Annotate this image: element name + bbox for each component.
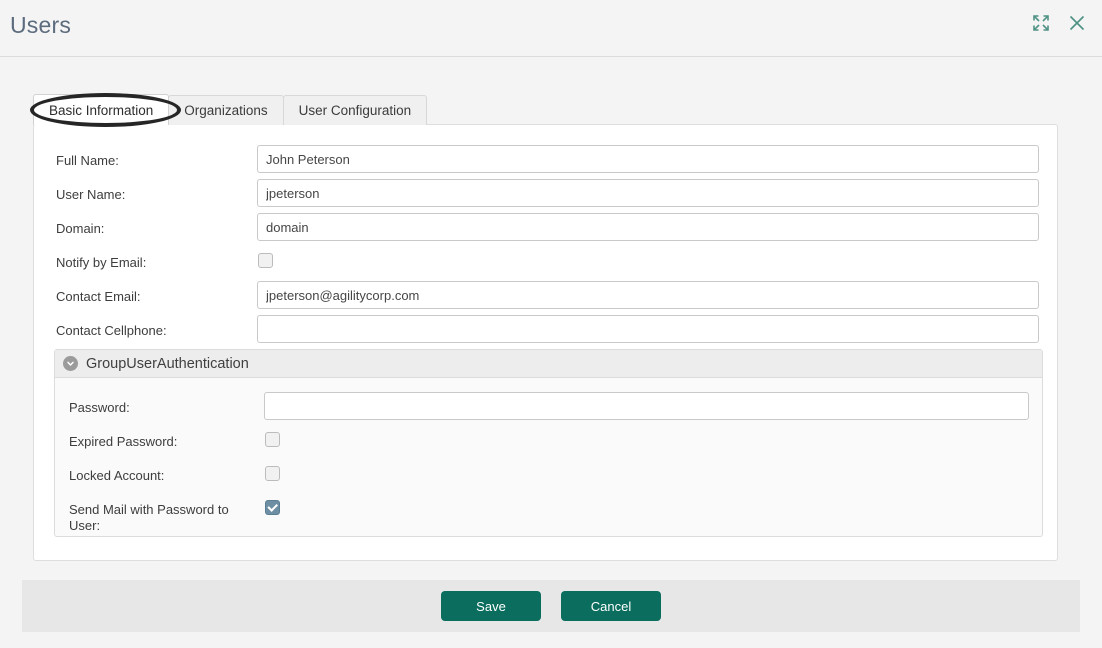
form-footer: Save Cancel [22,580,1080,632]
send-mail-with-password-checkbox[interactable] [265,500,280,515]
password-label: Password: [69,400,130,415]
contact-cellphone-input[interactable] [257,315,1039,343]
locked-account-checkbox[interactable] [265,466,280,481]
tab-user-configuration[interactable]: User Configuration [282,95,428,125]
group-title: GroupUserAuthentication [86,355,249,372]
domain-label: Domain: [56,221,105,236]
page-header: Users [0,0,1102,57]
expand-icon[interactable] [1030,12,1052,34]
tab-label: Basic Information [49,102,154,118]
expired-password-label: Expired Password: [69,434,178,449]
page-title: Users [10,12,72,38]
basic-information-panel: Full Name: User Name: Domain: Notify by … [33,124,1058,561]
user-name-input[interactable] [257,179,1039,207]
chevron-down-icon[interactable] [63,356,78,371]
close-icon[interactable] [1066,12,1088,34]
group-user-authentication-section: GroupUserAuthentication Password: Expire… [54,349,1043,537]
form-row-domain: Domain: [34,213,1057,255]
contact-cellphone-label: Contact Cellphone: [56,323,167,338]
header-actions [1030,12,1088,34]
tab-basic-information[interactable]: Basic Information [33,94,170,125]
cancel-button[interactable]: Cancel [561,591,661,621]
group-user-authentication-header[interactable]: GroupUserAuthentication [55,350,1042,378]
contact-email-input[interactable] [257,281,1039,309]
save-button[interactable]: Save [441,591,541,621]
expired-password-checkbox[interactable] [265,432,280,447]
tab-label: User Configuration [298,103,412,118]
tab-bar: Basic Information Organizations User Con… [33,94,428,125]
tab-organizations[interactable]: Organizations [168,95,284,125]
locked-account-label: Locked Account: [69,468,165,483]
notify-by-email-checkbox[interactable] [258,253,273,268]
domain-input[interactable] [257,213,1039,241]
password-input[interactable] [264,392,1029,420]
group-user-authentication-body: Password: Expired Password: Locked Accou… [55,378,1042,537]
full-name-input[interactable] [257,145,1039,173]
tab-label: Organizations [184,103,268,118]
send-mail-with-password-label: Send Mail with Password to User: [69,502,229,533]
contact-email-label: Contact Email: [56,289,141,304]
user-name-label: User Name: [56,187,126,202]
full-name-label: Full Name: [56,153,119,168]
notify-by-email-label: Notify by Email: [56,255,147,270]
